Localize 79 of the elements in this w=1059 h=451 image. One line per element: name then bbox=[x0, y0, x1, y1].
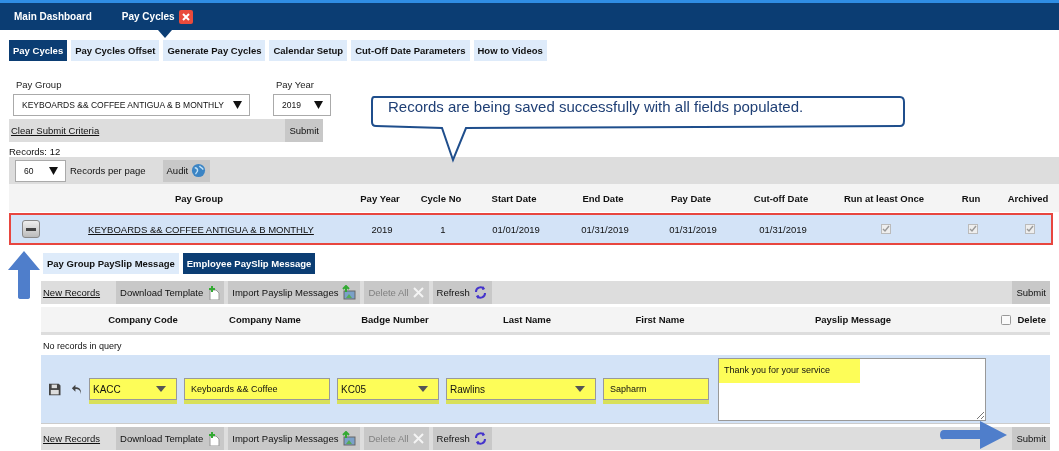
close-icon[interactable] bbox=[178, 9, 193, 24]
message-field[interactable]: Thank you for your service bbox=[718, 357, 986, 421]
audit-button[interactable]: Audit bbox=[162, 159, 211, 182]
import-button[interactable]: Import Payslip Messages bbox=[228, 427, 361, 450]
refresh-icon bbox=[472, 431, 488, 446]
submit-button[interactable]: Submit bbox=[1012, 427, 1050, 450]
x-icon bbox=[411, 286, 425, 299]
pay-group-link[interactable]: KEYBOARDS && COFFEE ANTIGUA & B MONTHLY bbox=[88, 223, 314, 235]
column-header: Archived bbox=[1006, 192, 1050, 204]
column-header: Run bbox=[960, 192, 982, 204]
resize-grip-icon[interactable] bbox=[976, 410, 984, 419]
up-arrow bbox=[7, 250, 41, 300]
pay-cycle-row[interactable]: KEYBOARDS && COFFEE ANTIGUA & B MONTHLY 2019 1 01/01/2019 01/31/2019 01/31/2019 01/31/2019 bbox=[9, 213, 1053, 245]
column-header: First Name bbox=[634, 314, 686, 325]
column-header: Payslip Message bbox=[813, 314, 892, 325]
column-header: End Date bbox=[581, 192, 625, 204]
caret-icon bbox=[156, 386, 166, 392]
column-header: Start Date bbox=[490, 192, 538, 204]
refresh-button[interactable]: Refresh bbox=[432, 281, 492, 304]
column-header: Last Name bbox=[501, 314, 553, 325]
import-button[interactable]: Import Payslip Messages bbox=[228, 281, 361, 304]
checkbox[interactable] bbox=[1001, 314, 1012, 325]
new-records-link[interactable]: New Records bbox=[43, 287, 101, 298]
message-tab[interactable]: Pay Group PaySlip Message bbox=[43, 253, 179, 274]
message-tab[interactable]: Employee PaySlip Message bbox=[182, 253, 316, 274]
caret-icon bbox=[233, 101, 242, 109]
column-header: Company Name bbox=[228, 314, 302, 325]
callout-text: Records are being saved successfully with all fields populated. bbox=[388, 98, 804, 115]
column-header: Pay Group bbox=[173, 192, 224, 204]
table-cell-text: 01/01/2019 bbox=[491, 223, 541, 235]
table-cell-text: 1 bbox=[439, 223, 447, 235]
top-tab[interactable]: Pay Cycles bbox=[121, 9, 193, 24]
section-tab[interactable]: Pay Cycles bbox=[9, 40, 68, 61]
section-tab[interactable]: Calendar Setup bbox=[269, 40, 348, 61]
image-import-icon bbox=[341, 285, 357, 300]
document-plus-icon bbox=[206, 431, 221, 446]
new-records-link[interactable]: New Records bbox=[43, 433, 101, 444]
column-header: Cut-off Date bbox=[752, 192, 810, 204]
submit-button[interactable]: Submit bbox=[1012, 281, 1050, 304]
pay-group-select[interactable]: KEYBOARDS && COFFEE ANTIGUA & B MONTHLY bbox=[13, 94, 250, 116]
clear-criteria-link[interactable]: Clear Submit Criteria bbox=[11, 125, 100, 136]
top-tab[interactable]: Main Dashboard bbox=[14, 11, 92, 22]
column-header: Company Code bbox=[107, 314, 179, 325]
refresh-button[interactable]: Refresh bbox=[432, 427, 492, 450]
column-header: Run at least Once bbox=[842, 192, 926, 204]
caret-icon bbox=[314, 101, 323, 109]
per-page-select[interactable]: 60 bbox=[15, 159, 66, 182]
column-header: Pay Date bbox=[669, 192, 713, 204]
column-header: Cycle No bbox=[419, 192, 463, 204]
section-tab[interactable]: Generate Pay Cycles bbox=[163, 40, 266, 61]
image-import-icon bbox=[341, 431, 357, 446]
submit-button[interactable]: Submit bbox=[285, 119, 323, 142]
caret-icon bbox=[575, 386, 585, 392]
collapse-button[interactable] bbox=[22, 220, 40, 238]
caret-icon bbox=[418, 386, 428, 392]
section-tab[interactable]: How to Videos bbox=[473, 40, 547, 61]
pay-year-label: Pay Year bbox=[275, 79, 316, 90]
refresh-icon bbox=[472, 285, 488, 300]
column-header: Pay Year bbox=[359, 192, 401, 204]
globe-icon bbox=[191, 163, 207, 178]
save-icon[interactable] bbox=[49, 382, 61, 396]
section-tab[interactable]: Cut-Off Date Parameters bbox=[351, 40, 470, 61]
per-page-label: Records per page bbox=[70, 165, 146, 176]
records-count: Records: 12 bbox=[9, 146, 62, 157]
download-button[interactable]: Download Template bbox=[116, 427, 225, 450]
section-tab[interactable]: Pay Cycles Offset bbox=[71, 40, 160, 61]
x-icon bbox=[411, 432, 425, 445]
table-cell-text: 01/31/2019 bbox=[580, 223, 630, 235]
column-header: Delete bbox=[1017, 314, 1046, 325]
table-cell-text: 01/31/2019 bbox=[758, 223, 808, 235]
column-header: Badge Number bbox=[360, 314, 430, 325]
right-arrow bbox=[938, 420, 1008, 450]
download-button[interactable]: Download Template bbox=[116, 281, 225, 304]
pay-year-select[interactable]: 2019 bbox=[273, 94, 331, 116]
table-cell-text: 01/31/2019 bbox=[668, 223, 718, 235]
table-cell-text: 2019 bbox=[370, 223, 394, 235]
caret-icon bbox=[49, 166, 58, 175]
pay-group-label: Pay Group bbox=[15, 79, 63, 90]
document-plus-icon bbox=[206, 285, 221, 300]
